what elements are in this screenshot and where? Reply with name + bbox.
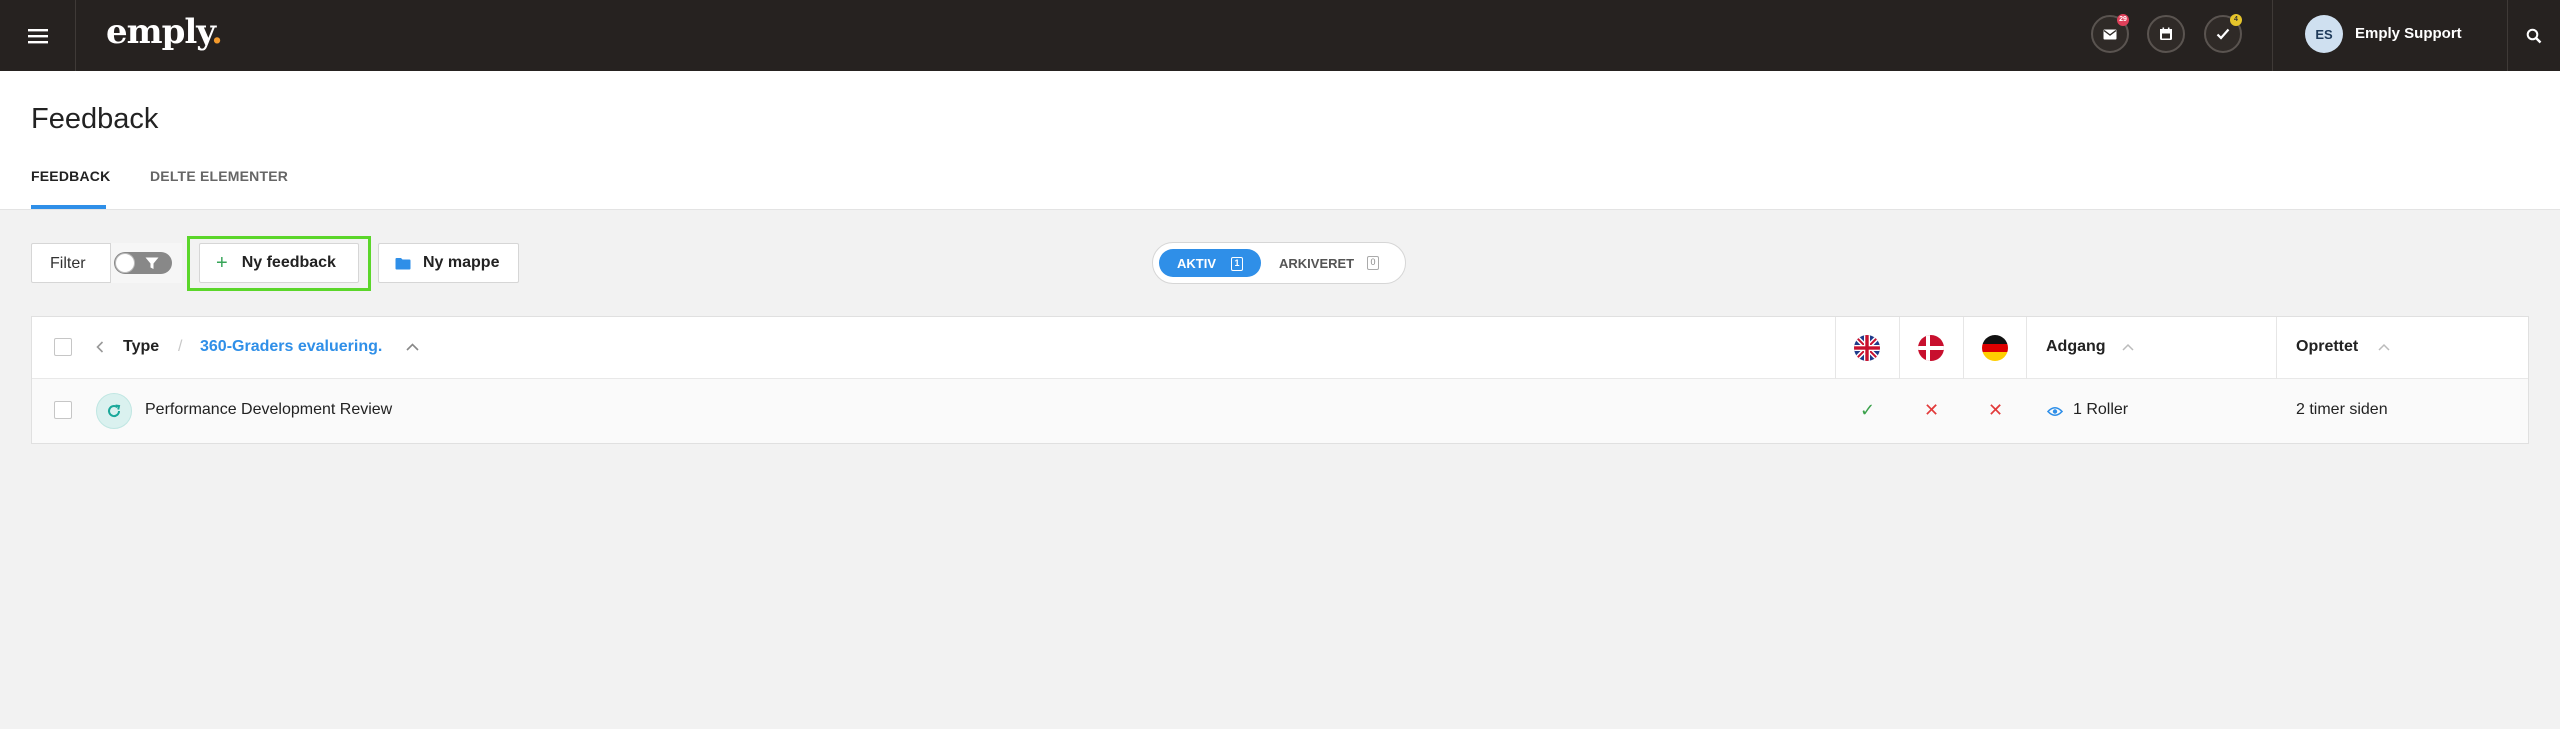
row-name[interactable]: Performance Development Review bbox=[145, 401, 392, 419]
column-created[interactable]: Oprettet bbox=[2296, 338, 2358, 356]
row-access[interactable]: 1 Roller bbox=[2073, 401, 2128, 419]
english-flag-icon bbox=[1854, 335, 1880, 361]
german-flag-icon bbox=[1982, 335, 2008, 361]
avatar: ES bbox=[2305, 15, 2343, 53]
sort-access-icon[interactable] bbox=[2122, 343, 2134, 351]
select-all-checkbox[interactable] bbox=[54, 338, 72, 356]
german-missing-mark: ✕ bbox=[1988, 400, 2004, 420]
checkmark-icon bbox=[2216, 28, 2230, 40]
breadcrumb-current[interactable]: 360-Graders evaluering. bbox=[200, 338, 382, 356]
tasks-badge: 4 bbox=[2230, 14, 2242, 26]
breadcrumb-root[interactable]: Type bbox=[123, 338, 159, 356]
archived-count: 0 bbox=[1367, 256, 1379, 270]
tab-shared-elements[interactable]: DELTE ELEMENTER bbox=[150, 168, 288, 184]
english-available-mark: ✓ bbox=[1860, 400, 1876, 420]
filter-label: Filter bbox=[50, 255, 86, 272]
envelope-icon bbox=[2103, 29, 2117, 39]
user-menu[interactable]: ES Emply Support bbox=[2272, 0, 2508, 71]
eye-icon bbox=[2047, 406, 2063, 417]
messages-button[interactable]: 29 bbox=[2091, 14, 2129, 53]
table-row[interactable]: Performance Development Review ✓ ✕ ✕ 1 R… bbox=[32, 379, 2528, 443]
feedback-type-icon bbox=[96, 393, 132, 429]
breadcrumb-separator: / bbox=[178, 338, 183, 355]
search-button[interactable] bbox=[2508, 0, 2560, 71]
status-archived-tab[interactable]: ARKIVERET bbox=[1279, 256, 1354, 271]
top-bar: emply. 29 4 ES Emply Support bbox=[0, 0, 2560, 71]
search-icon bbox=[2526, 28, 2542, 43]
user-name: Emply Support bbox=[2355, 25, 2462, 42]
row-created: 2 timer siden bbox=[2296, 401, 2388, 418]
status-active-tab[interactable]: AKTIV 1 bbox=[1159, 249, 1261, 277]
messages-badge: 29 bbox=[2117, 14, 2129, 26]
page-title: Feedback bbox=[31, 103, 159, 135]
column-access[interactable]: Adgang bbox=[2046, 338, 2106, 356]
danish-flag-icon bbox=[1918, 335, 1944, 361]
active-count: 1 bbox=[1231, 257, 1243, 271]
emply-logo[interactable]: emply. bbox=[106, 12, 223, 52]
sort-created-icon[interactable] bbox=[2378, 343, 2390, 351]
funnel-icon bbox=[145, 257, 159, 269]
plus-icon: + bbox=[216, 251, 228, 274]
new-folder-button[interactable]: Ny mappe bbox=[378, 243, 519, 283]
status-active-label: AKTIV bbox=[1177, 256, 1216, 271]
chevron-left-icon[interactable] bbox=[96, 341, 104, 353]
calendar-icon bbox=[2160, 27, 2172, 40]
active-tab-indicator bbox=[31, 205, 106, 209]
tasks-button[interactable]: 4 bbox=[2204, 14, 2242, 53]
folder-icon bbox=[395, 257, 411, 269]
row-checkbox[interactable] bbox=[54, 401, 72, 419]
new-feedback-button[interactable]: + Ny feedback bbox=[199, 243, 359, 283]
sort-up-icon[interactable] bbox=[406, 343, 419, 351]
new-folder-label: Ny mappe bbox=[423, 254, 500, 271]
table-header: Type / 360-Graders evaluering. Adgang Op… bbox=[32, 317, 2528, 379]
tab-feedback[interactable]: FEEDBACK bbox=[31, 168, 110, 184]
logo-dot: . bbox=[211, 12, 223, 52]
menu-button[interactable] bbox=[0, 0, 76, 71]
new-feedback-label: Ny feedback bbox=[241, 254, 336, 271]
status-switch: AKTIV 1 ARKIVERET 0 bbox=[1152, 242, 1406, 284]
refresh-icon bbox=[108, 404, 121, 418]
page-header: Feedback FEEDBACK DELTE ELEMENTER bbox=[0, 71, 2560, 210]
calendar-button[interactable] bbox=[2147, 15, 2185, 53]
danish-missing-mark: ✕ bbox=[1924, 400, 1940, 420]
hamburger-icon bbox=[27, 28, 48, 43]
filter-toggle-knob bbox=[115, 253, 135, 273]
logo-text: emply bbox=[106, 12, 212, 52]
feedback-table: Type / 360-Graders evaluering. Adgang Op… bbox=[31, 316, 2529, 444]
